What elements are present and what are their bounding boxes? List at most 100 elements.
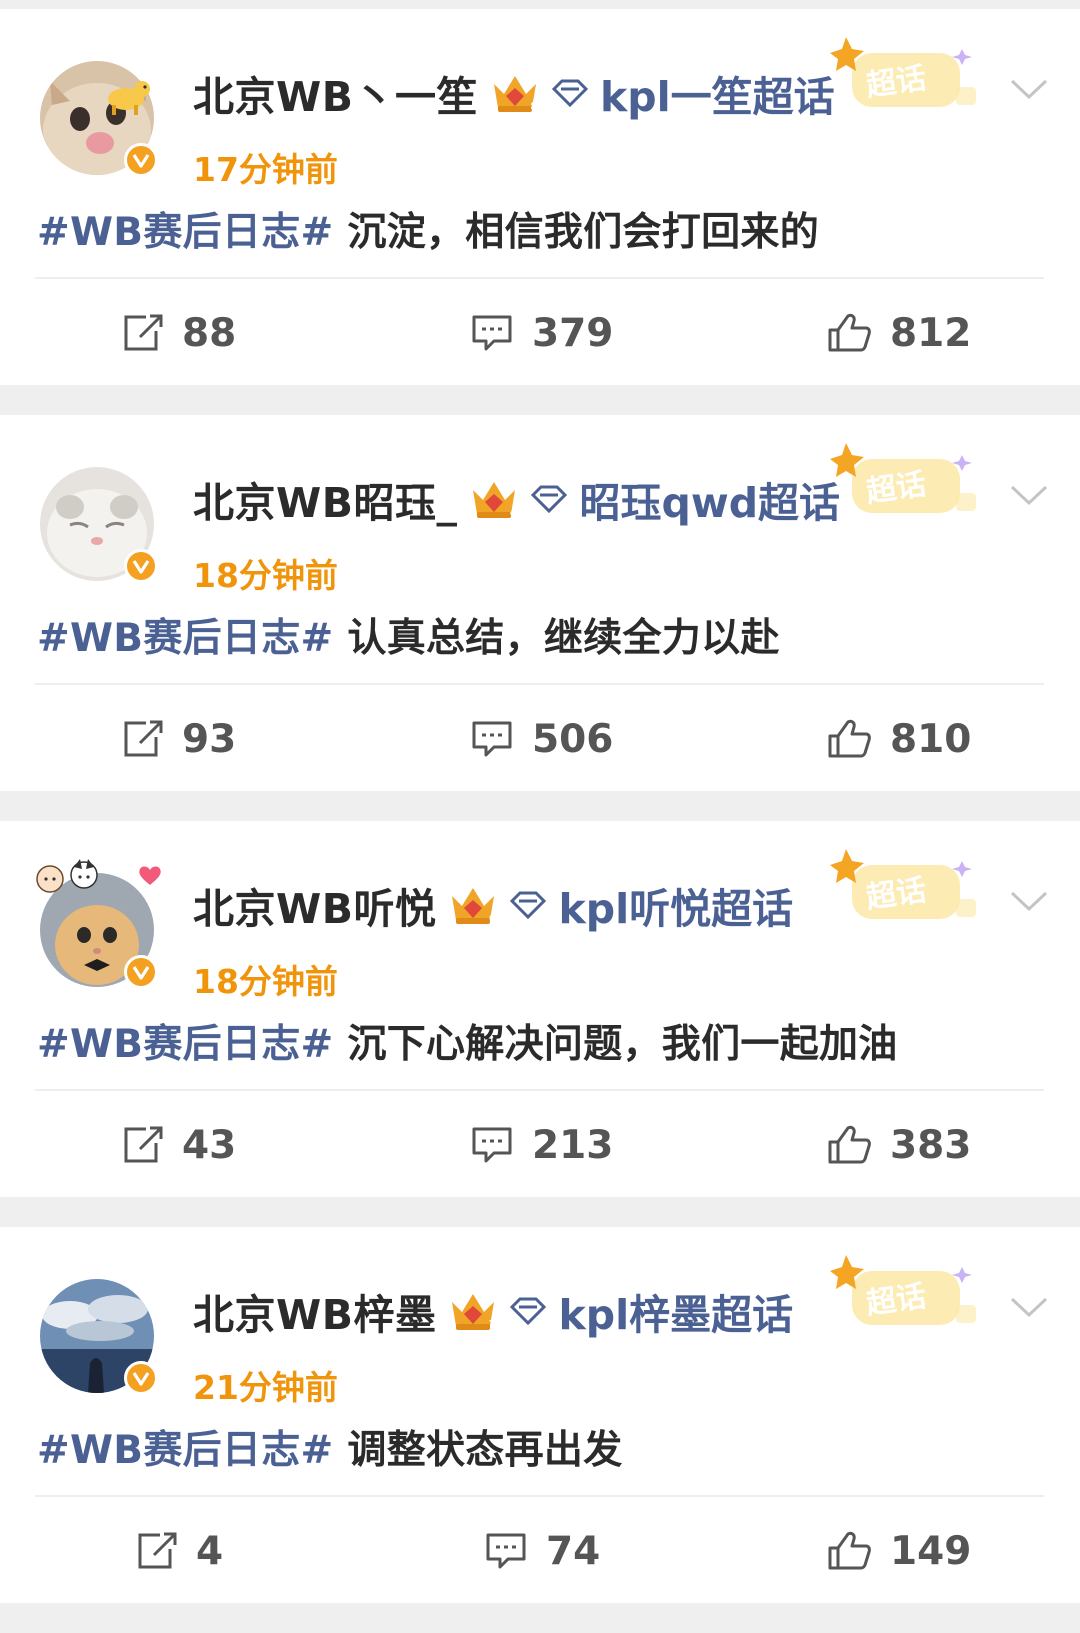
repost-button[interactable]: 4: [136, 1499, 223, 1603]
repost-count: 4: [196, 1528, 224, 1574]
super-topic-badge-icon[interactable]: 超话: [822, 441, 988, 525]
thumbs-up-icon: [828, 1531, 871, 1570]
topic-link[interactable]: kpl梓墨超话: [558, 1281, 793, 1341]
comment-icon: [472, 721, 512, 757]
heart-sticker-icon: [139, 866, 161, 885]
verified-v-icon: [124, 955, 158, 989]
post-card[interactable]: 北京WB昭珏_ 4 昭珏qwd超话 超话 18分钟前 #WB赛后日志# 认真总结…: [0, 415, 1080, 791]
avatar[interactable]: [40, 1277, 158, 1395]
hashtag-link[interactable]: #WB赛后日志#: [37, 1428, 334, 1473]
like-button[interactable]: 812: [826, 281, 971, 385]
comment-icon: [472, 315, 512, 351]
super-topic-badge-icon[interactable]: 超话: [822, 1253, 988, 1337]
thumbs-up-icon: [828, 1125, 871, 1164]
diamond-icon: [510, 891, 547, 920]
post-body-text: 认真总结，继续全力以赴: [347, 616, 780, 661]
comment-button[interactable]: 506: [470, 687, 613, 791]
topic-link[interactable]: kpl一笙超话: [600, 63, 835, 123]
hashtag-link[interactable]: #WB赛后日志#: [37, 210, 334, 255]
crown-level: 7: [488, 1318, 497, 1331]
post-timestamp: 18分钟前: [193, 962, 338, 1001]
like-button[interactable]: 383: [826, 1093, 971, 1197]
avatar[interactable]: [40, 465, 158, 583]
repost-button[interactable]: 93: [122, 687, 236, 791]
repost-icon: [124, 1126, 163, 1163]
post-card[interactable]: 北京WB梓墨 7 kpl梓墨超话 超话 21分钟前 #WB赛后日志# 调整状态再…: [0, 1227, 1080, 1603]
verified-v-icon: [124, 549, 158, 583]
repost-count: 43: [182, 1122, 237, 1168]
verified-v-icon: [124, 1361, 158, 1395]
post-timestamp: 18分钟前: [193, 556, 338, 595]
like-button[interactable]: 149: [826, 1499, 971, 1603]
author-name[interactable]: 北京WB昭珏_: [193, 469, 457, 529]
crown-icon[interactable]: 7: [446, 1288, 500, 1334]
comment-button[interactable]: 379: [470, 281, 613, 385]
author-row: 北京WB丶一笙 8 kpl一笙超话: [193, 61, 835, 125]
author-row: 北京WB梓墨 7 kpl梓墨超话: [193, 1279, 793, 1343]
avatar[interactable]: [40, 59, 158, 177]
crown-level: 6: [488, 912, 497, 925]
chevron-down-icon[interactable]: [1008, 75, 1050, 103]
like-count: 810: [890, 716, 972, 762]
comment-count: 74: [546, 1528, 601, 1574]
crown-icon[interactable]: 8: [488, 70, 542, 116]
crown-level: 4: [509, 506, 518, 519]
post-body-text: 调整状态再出发: [347, 1428, 623, 1473]
topic-link[interactable]: 昭珏qwd超话: [579, 469, 840, 529]
super-topic-badge-icon[interactable]: 超话: [822, 847, 988, 931]
like-count: 812: [890, 310, 972, 356]
repost-icon: [124, 314, 163, 351]
post-timestamp: 21分钟前: [193, 1368, 338, 1407]
chevron-down-icon[interactable]: [1008, 481, 1050, 509]
cartoon-sticker-icon: [36, 859, 98, 893]
hashtag-link[interactable]: #WB赛后日志#: [37, 1022, 334, 1067]
author-name[interactable]: 北京WB梓墨: [193, 1281, 436, 1341]
author-name[interactable]: 北京WB丶一笙: [193, 63, 478, 123]
action-bar: 88 379 812: [0, 281, 1080, 385]
diamond-icon: [510, 1297, 547, 1326]
avatar[interactable]: [36, 859, 161, 989]
action-bar: 43 213 383: [0, 1093, 1080, 1197]
comment-button[interactable]: 213: [470, 1093, 613, 1197]
repost-button[interactable]: 88: [122, 281, 236, 385]
super-topic-badge-icon[interactable]: 超话: [822, 35, 988, 119]
post-content[interactable]: #WB赛后日志# 调整状态再出发: [37, 1419, 623, 1475]
comment-button[interactable]: 74: [484, 1499, 600, 1603]
post-content[interactable]: #WB赛后日志# 沉下心解决问题，我们一起加油: [37, 1013, 898, 1069]
thumbs-up-icon: [828, 719, 871, 758]
like-button[interactable]: 810: [826, 687, 971, 791]
post-content[interactable]: #WB赛后日志# 认真总结，继续全力以赴: [37, 607, 780, 663]
horse-sticker-icon: [108, 81, 150, 115]
divider: [35, 1089, 1044, 1091]
verified-v-icon: [124, 143, 158, 177]
thumbs-up-icon: [828, 313, 871, 352]
post-body-text: 沉下心解决问题，我们一起加油: [347, 1022, 898, 1067]
repost-button[interactable]: 43: [122, 1093, 236, 1197]
post-card[interactable]: 北京WB丶一笙 8 kpl一笙超话 超话 17分钟前 #WB赛后日志# 沉淀，相…: [0, 9, 1080, 385]
diamond-icon: [551, 79, 589, 108]
post-card[interactable]: 北京WB听悦 6 kpl听悦超话 超话 18分钟前 #WB赛后日志# 沉下心解决…: [0, 821, 1080, 1197]
post-body-text: 沉淀，相信我们会打回来的: [347, 210, 819, 255]
author-row: 北京WB听悦 6 kpl听悦超话: [193, 873, 793, 937]
hashtag-link[interactable]: #WB赛后日志#: [37, 616, 334, 661]
divider: [35, 1495, 1044, 1497]
crown-icon[interactable]: 4: [467, 476, 521, 522]
author-row: 北京WB昭珏_ 4 昭珏qwd超话: [193, 467, 840, 531]
repost-icon: [138, 1532, 177, 1569]
crown-level: 8: [530, 100, 538, 113]
divider: [35, 683, 1044, 685]
comment-count: 506: [532, 716, 614, 762]
post-timestamp: 17分钟前: [193, 150, 338, 189]
topic-link[interactable]: kpl听悦超话: [558, 875, 793, 935]
comment-icon: [472, 1127, 512, 1163]
post-content[interactable]: #WB赛后日志# 沉淀，相信我们会打回来的: [37, 201, 819, 257]
author-name[interactable]: 北京WB听悦: [193, 875, 436, 935]
like-count: 383: [890, 1122, 972, 1168]
chevron-down-icon[interactable]: [1008, 1293, 1050, 1321]
chevron-down-icon[interactable]: [1008, 887, 1050, 915]
diamond-icon: [531, 485, 568, 514]
action-bar: 93 506 810: [0, 687, 1080, 791]
crown-icon[interactable]: 6: [446, 882, 500, 928]
divider: [35, 277, 1044, 279]
weibo-feed: 北京WB丶一笙 8 kpl一笙超话 超话 17分钟前 #WB赛后日志# 沉淀，相…: [0, 0, 1080, 1633]
